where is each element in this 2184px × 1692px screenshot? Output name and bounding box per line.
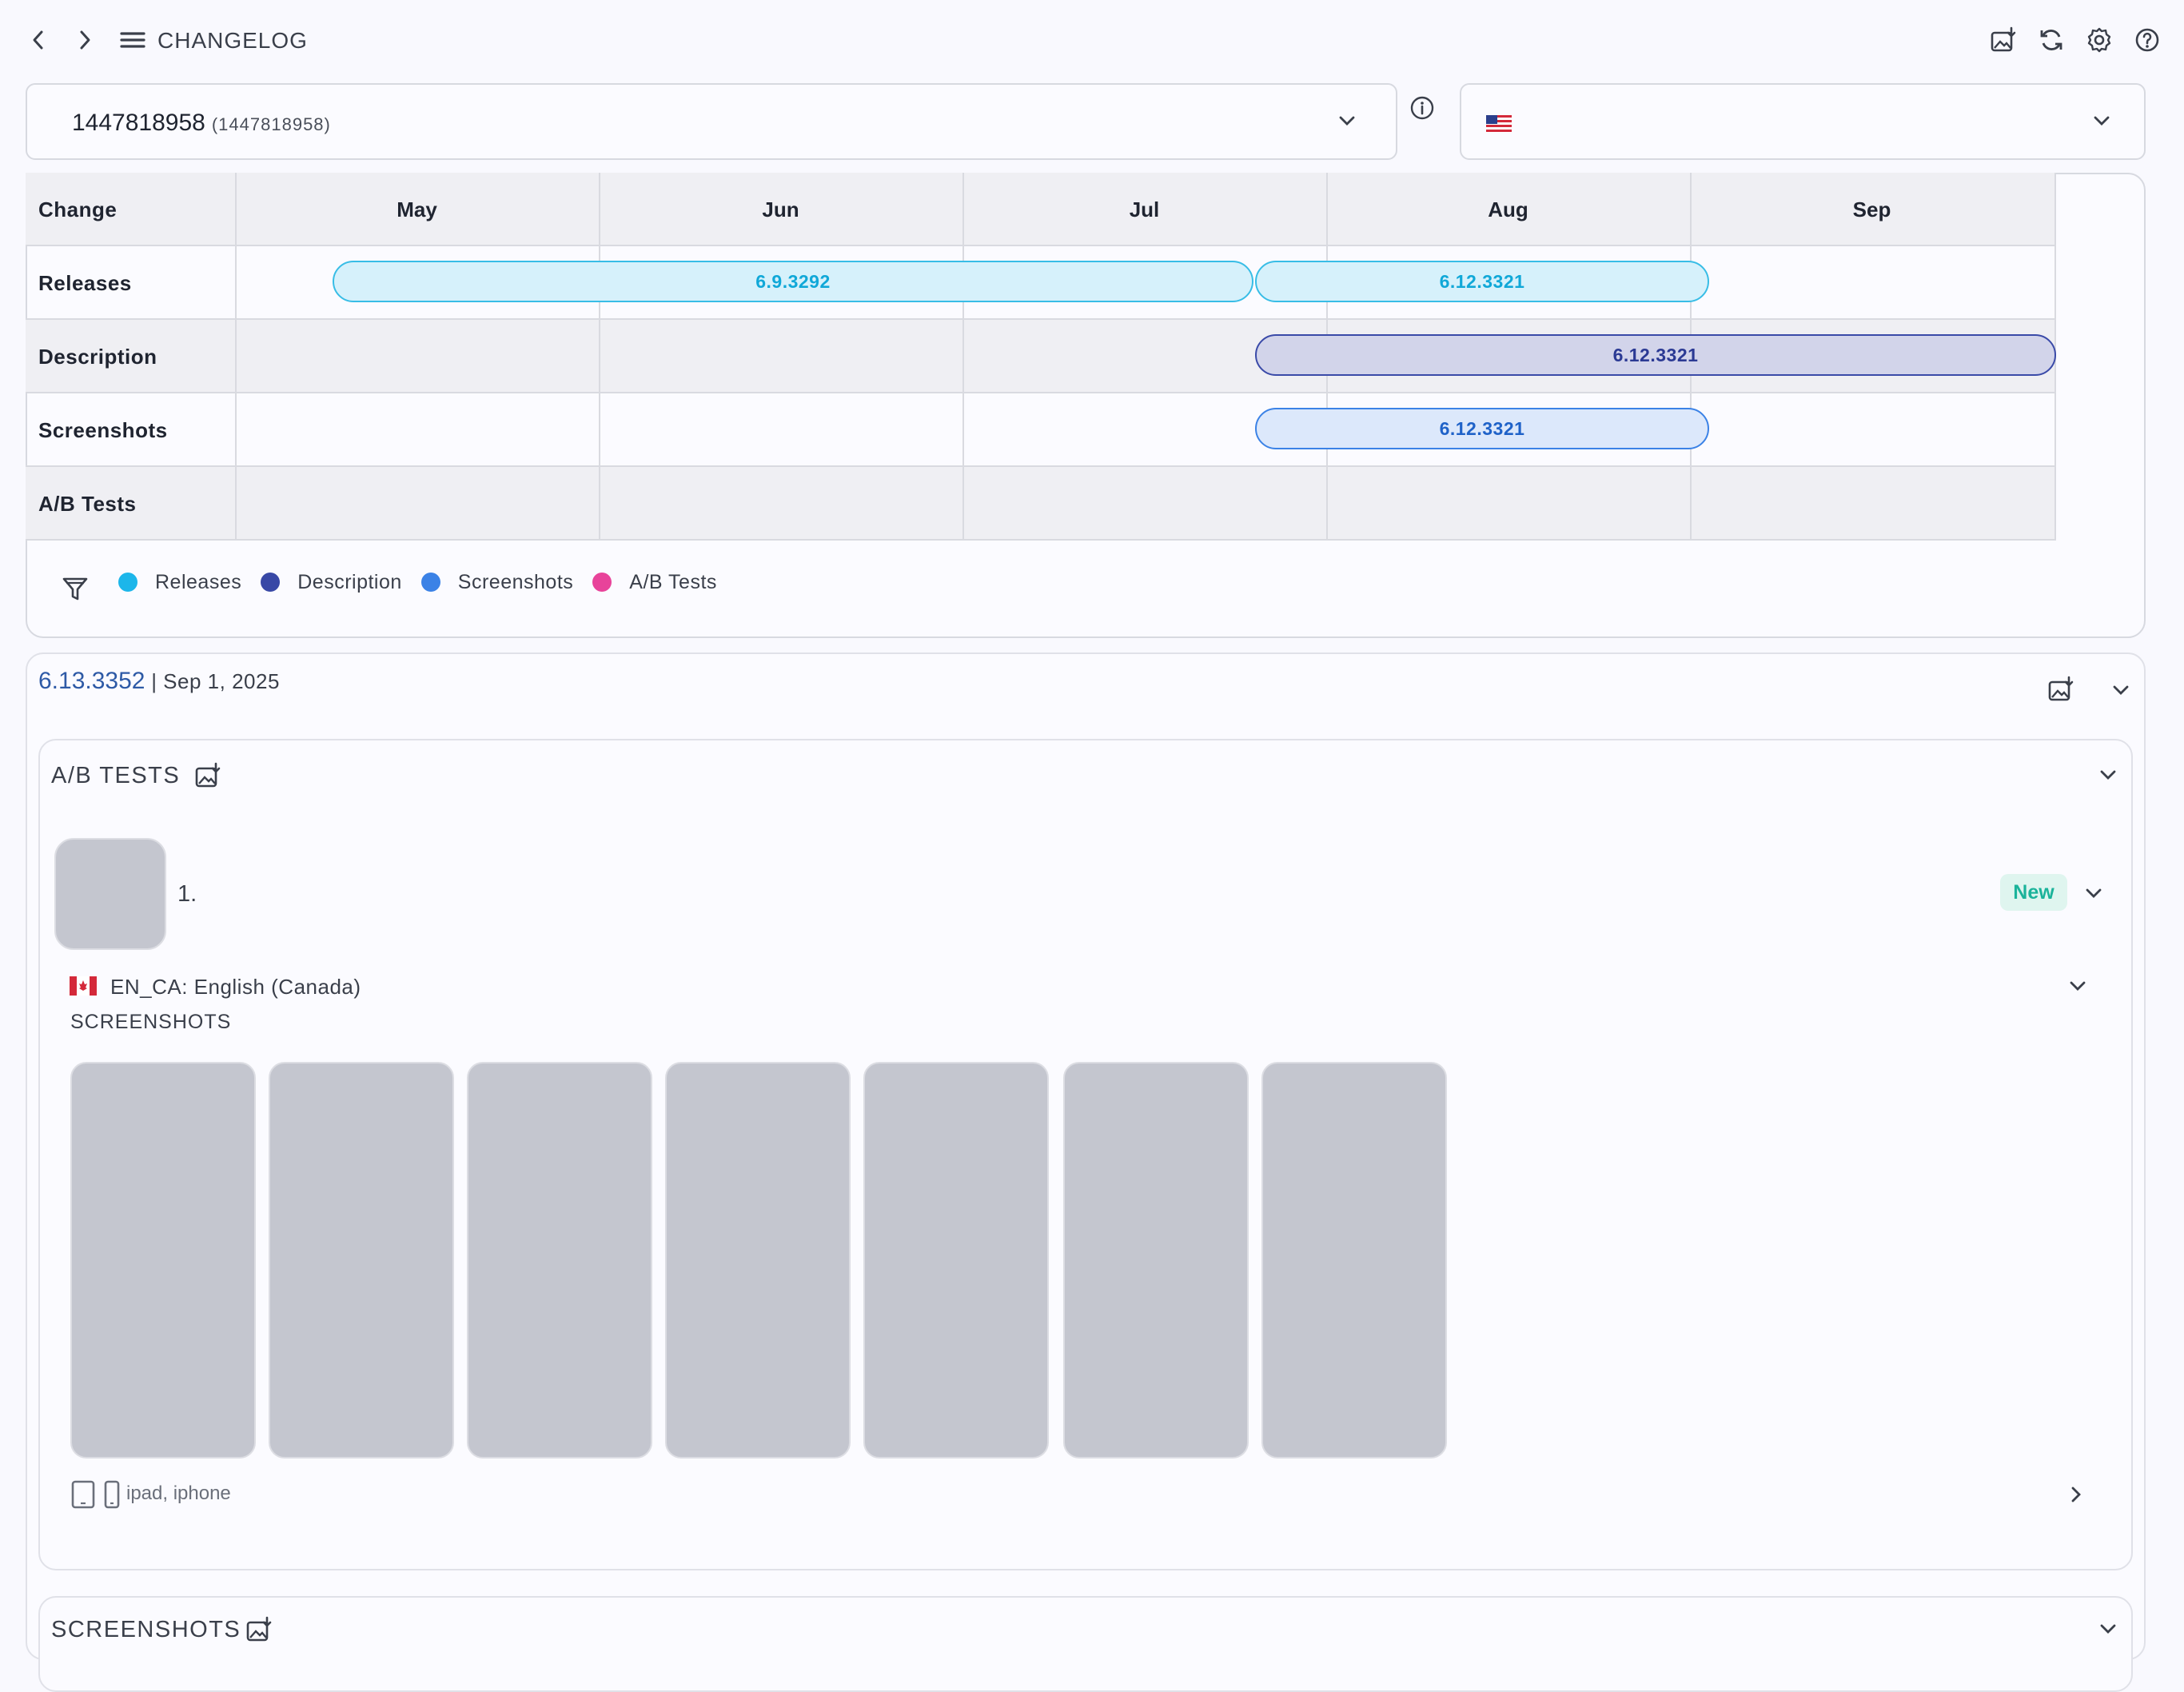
release-bar[interactable]: 6.12.3321	[1255, 261, 1709, 302]
screenshots-section	[38, 1596, 2133, 1692]
screenshot-thumbnail[interactable]	[467, 1062, 652, 1459]
timeline-row-ab-tests: A/B Tests	[26, 467, 2056, 541]
month-jul: Jul	[1129, 198, 1160, 221]
legend-dot-ab-tests	[592, 573, 612, 592]
grid-divider	[599, 173, 600, 539]
help-button[interactable]	[2131, 24, 2163, 56]
settings-button[interactable]	[2083, 24, 2115, 56]
release-bar[interactable]: 6.9.3292	[333, 261, 1253, 302]
legend-item-ab-tests[interactable]: A/B Tests	[629, 571, 717, 594]
timeline-header-row: Change May Jun Jul Aug Sep	[26, 173, 2056, 246]
screenshots-section-title: SCREENSHOTS	[51, 1617, 241, 1642]
legend-dot-description	[261, 573, 281, 592]
row-label-description: Description	[38, 345, 157, 369]
screenshot-thumbnail[interactable]	[1261, 1062, 1447, 1459]
screenshot-thumbnail[interactable]	[269, 1062, 454, 1459]
screenshot-thumbnail[interactable]	[70, 1062, 256, 1459]
image-download-icon	[246, 1616, 272, 1642]
legend-item-releases[interactable]: Releases	[155, 571, 241, 594]
description-bar[interactable]: 6.12.3321	[1255, 334, 2056, 376]
refresh-button[interactable]	[2035, 24, 2067, 56]
ab-tests-image-download-button[interactable]	[192, 760, 224, 792]
chevron-down-icon	[2113, 685, 2129, 695]
grid-divider	[962, 173, 964, 539]
month-sep: Sep	[1852, 198, 1891, 221]
timeline-row-screenshots: Screenshots	[26, 393, 2056, 467]
screenshots-collapse-button[interactable]	[2094, 1615, 2122, 1642]
version-image-download-button[interactable]	[2045, 673, 2077, 705]
test-item-number: 1.	[177, 881, 197, 907]
filter-icon	[62, 577, 88, 601]
app-icon-placeholder	[54, 838, 166, 950]
device-list: ipad, iphone	[126, 1482, 231, 1504]
phone-icon	[102, 1479, 122, 1510]
legend-item-screenshots[interactable]: Screenshots	[458, 571, 573, 594]
row-label-ab-tests: A/B Tests	[38, 492, 137, 516]
month-aug: Aug	[1488, 198, 1528, 221]
legend-dot-releases	[118, 573, 137, 592]
locale-collapse-button[interactable]	[2064, 972, 2091, 1000]
chevron-right-icon	[80, 30, 90, 50]
chevron-down-icon	[2100, 1624, 2116, 1634]
chevron-down-icon	[1335, 109, 1359, 133]
image-download-icon	[1991, 26, 2016, 52]
grid-divider	[235, 173, 237, 539]
month-may: May	[397, 198, 437, 221]
page-title: CHANGELOG	[157, 28, 308, 53]
month-jun: Jun	[762, 198, 799, 221]
tablet-icon	[70, 1479, 96, 1510]
forward-button[interactable]	[70, 24, 99, 56]
screenshot-thumbnail[interactable]	[665, 1062, 851, 1459]
version-collapse-button[interactable]	[2107, 676, 2134, 704]
country-select[interactable]	[1460, 83, 2146, 160]
row-label-releases: Releases	[38, 271, 132, 295]
change-column-header: Change	[38, 198, 118, 221]
image-download-button[interactable]	[1987, 24, 2019, 56]
chevron-down-icon	[2090, 109, 2114, 133]
menu-button[interactable]	[117, 26, 149, 54]
filter-button[interactable]	[59, 573, 91, 605]
back-button[interactable]	[24, 24, 53, 56]
menu-icon	[120, 32, 145, 48]
ab-tests-title: A/B TESTS	[51, 763, 181, 788]
chevron-right-icon	[2071, 1486, 2081, 1502]
screenshots-bar[interactable]: 6.12.3321	[1255, 408, 1709, 449]
legend: Releases Description Screenshots A/B Tes…	[118, 560, 736, 605]
chevron-down-icon	[2070, 981, 2086, 991]
app-id-sub: (1447818958)	[211, 114, 331, 134]
status-badge: New	[2000, 874, 2067, 911]
screenshots-label: SCREENSHOTS	[70, 1011, 232, 1033]
details-button[interactable]	[2062, 1481, 2090, 1508]
app-id-value: 1447818958 (1447818958)	[72, 110, 331, 136]
chevron-down-icon	[2086, 888, 2102, 898]
settings-icon	[2087, 27, 2111, 53]
version-number[interactable]: 6.13.3352	[38, 668, 145, 694]
locale-label: EN_CA: English (Canada)	[110, 975, 361, 999]
image-download-icon	[2048, 676, 2074, 701]
version-heading: 6.13.3352 | Sep 1, 2025	[38, 667, 280, 696]
info-icon	[1410, 96, 1434, 120]
screenshot-thumbnail[interactable]	[863, 1062, 1049, 1459]
timeline-grid: Change May Jun Jul Aug Sep Releases Desc…	[26, 173, 2056, 541]
screenshots-image-download-button[interactable]	[243, 1614, 275, 1646]
image-download-icon	[195, 762, 221, 788]
ab-tests-collapse-button[interactable]	[2094, 761, 2122, 788]
chevron-left-icon	[33, 30, 43, 50]
legend-item-description[interactable]: Description	[297, 571, 402, 594]
row-label-screenshots: Screenshots	[38, 418, 168, 442]
refresh-icon	[2040, 30, 2062, 50]
chevron-down-icon	[2100, 770, 2116, 780]
test-expand-button[interactable]	[2080, 880, 2107, 907]
legend-dot-screenshots	[420, 573, 440, 592]
ca-flag-icon	[69, 976, 98, 996]
us-flag-icon	[1485, 115, 1512, 133]
help-icon	[2135, 28, 2159, 52]
version-date: Sep 1, 2025	[163, 669, 280, 693]
info-button[interactable]	[1407, 93, 1437, 123]
version-separator: |	[145, 669, 164, 693]
screenshot-thumbnail[interactable]	[1063, 1062, 1249, 1459]
app-select[interactable]: 1447818958 (1447818958)	[26, 83, 1397, 160]
